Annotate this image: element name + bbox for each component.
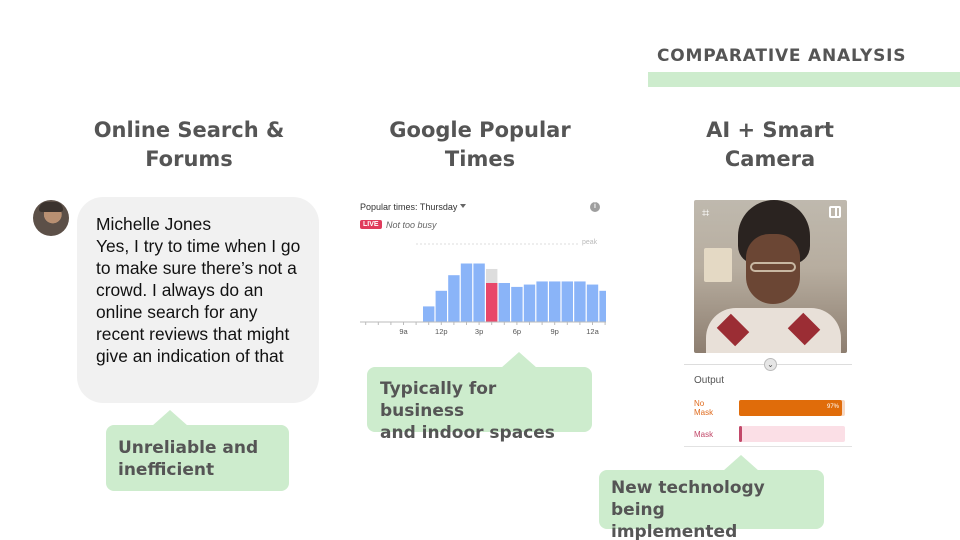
- chart-tick-label: 6p: [513, 327, 521, 336]
- chart-bar: [448, 275, 460, 322]
- chevron-down-icon[interactable]: [460, 204, 466, 208]
- camera-scene-lamp: [704, 248, 732, 282]
- result-bar-no-mask: 97%: [739, 400, 845, 416]
- result-label-mask: Mask: [694, 430, 713, 439]
- chart-bar-live: [486, 283, 498, 322]
- output-label: Output: [694, 375, 725, 386]
- callout-online-search: Unreliable and inefficient: [106, 410, 289, 491]
- chevron-down-icon[interactable]: ⌄: [764, 358, 777, 371]
- quote-text: Yes, I try to time when I go to make sur…: [96, 236, 301, 366]
- chart-tick-label: 3p: [475, 327, 483, 336]
- info-icon[interactable]: i: [590, 202, 600, 212]
- chart-bar: [586, 284, 599, 322]
- peak-label: peak: [582, 239, 598, 246]
- callout-ai-camera: New technology being implemented: [599, 455, 824, 540]
- quote-bubble: Michelle Jones Yes, I try to time when I…: [77, 197, 319, 403]
- camera-scene-glasses: [750, 262, 796, 272]
- chart-bar: [549, 281, 561, 322]
- result-label-no-mask: No Mask: [694, 399, 713, 417]
- camera-preview: ⌗: [694, 200, 847, 353]
- chart-tick-label: 12a: [586, 327, 599, 336]
- chart-bar: [536, 281, 548, 322]
- callout-line: and indoor spaces: [380, 423, 555, 443]
- result-label-line: No: [694, 399, 705, 408]
- flip-icon[interactable]: [829, 206, 841, 218]
- divider: [684, 446, 852, 447]
- result-label-line: Mask: [694, 430, 714, 439]
- column-title-popular-times: Google Popular Times: [370, 116, 590, 174]
- callout-line: New technology being: [611, 478, 765, 520]
- chart-bar: [511, 286, 523, 322]
- column-title-online-search: Online Search & Forums: [80, 116, 298, 174]
- chart-bar: [460, 263, 473, 322]
- column-title-ai-camera: AI + Smart Camera: [670, 116, 870, 174]
- result-bar-fill: [739, 426, 743, 442]
- callout-line: inefficient: [118, 460, 215, 480]
- busy-status: Not too busy: [386, 220, 437, 230]
- column-title-line: Online Search &: [93, 118, 285, 142]
- chart-tick-label: 9a: [399, 327, 408, 336]
- column-title-line: Times: [444, 147, 516, 171]
- result-label-line: Mask: [694, 408, 714, 417]
- column-title-line: AI + Smart: [706, 118, 834, 142]
- column-title-line: Camera: [724, 147, 816, 171]
- chart-bar: [523, 284, 536, 322]
- section-label: COMPARATIVE ANALYSIS: [657, 46, 907, 66]
- chart-tick-label: 12p: [435, 327, 448, 336]
- callout-line: Unreliable and: [118, 438, 259, 458]
- callout-line: Typically for business: [380, 379, 497, 421]
- chart-bar: [574, 281, 586, 322]
- column-title-line: Forums: [145, 147, 233, 171]
- chart-tick-label: 9p: [551, 327, 559, 336]
- quote-author: Michelle Jones: [96, 214, 212, 234]
- chart-bar: [498, 283, 510, 322]
- chart-bar: [473, 263, 485, 322]
- chart-bar: [561, 281, 573, 322]
- chart-bar: [599, 290, 606, 322]
- callout-line: implemented: [611, 522, 738, 540]
- result-percent: 97%: [826, 404, 839, 410]
- header-accent-bar: [648, 72, 960, 87]
- callout-popular-times: Typically for business and indoor spaces: [367, 352, 592, 443]
- crop-icon[interactable]: ⌗: [702, 206, 709, 221]
- result-bar-mask: [739, 426, 845, 442]
- chart-bar: [423, 306, 435, 322]
- popular-times-widget: 9a 12p 3p 6p 9p 12a Popular times: Thursday i…: [356, 198, 606, 348]
- avatar: [33, 200, 69, 236]
- column-title-line: Google Popular: [389, 118, 571, 142]
- live-badge: LIVE: [360, 220, 382, 229]
- chart-bar: [435, 290, 447, 322]
- popular-times-title: Popular times: Thursday: [360, 202, 458, 212]
